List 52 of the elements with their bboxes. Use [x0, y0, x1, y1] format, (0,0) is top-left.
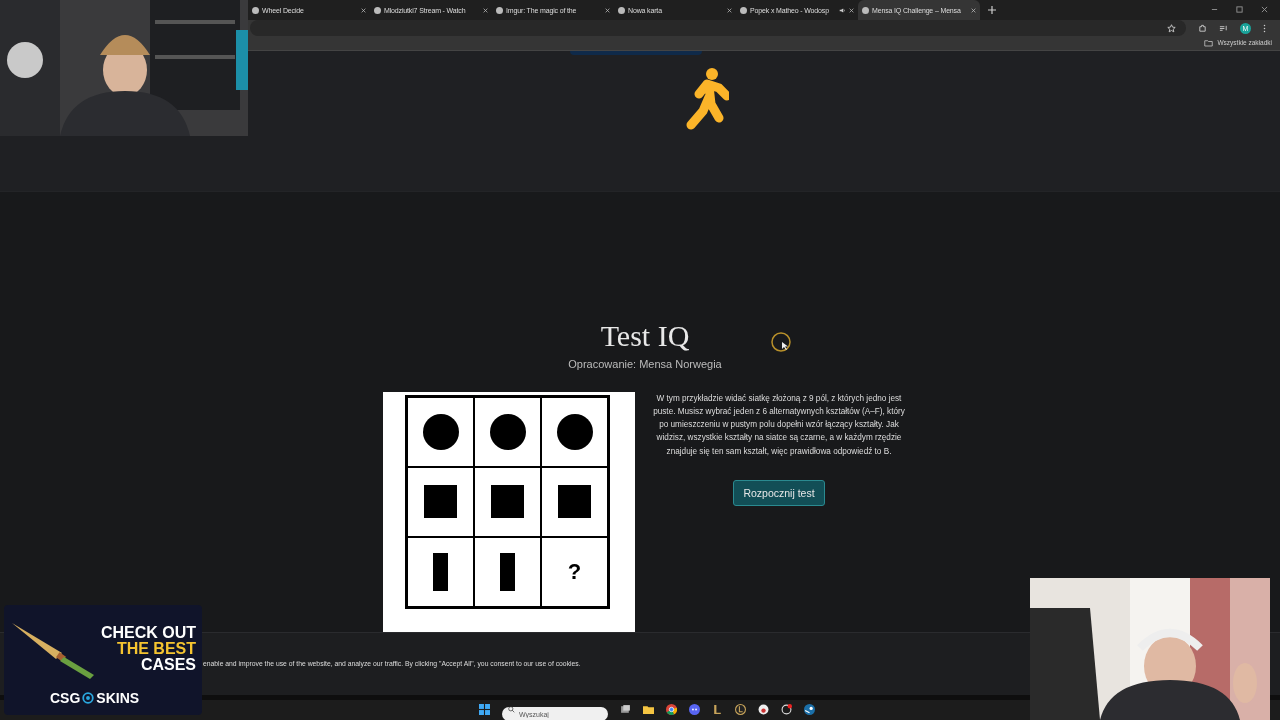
favicon-icon — [740, 6, 747, 14]
search-icon — [508, 706, 515, 714]
folder-icon[interactable] — [643, 704, 654, 716]
target-icon — [82, 692, 95, 704]
app-icon[interactable] — [781, 704, 792, 716]
favicon-icon — [374, 6, 381, 14]
folder-icon — [1204, 38, 1214, 47]
circle-shape — [422, 413, 459, 450]
task-view-icon[interactable] — [620, 704, 631, 716]
bar-shape — [433, 552, 448, 591]
star-icon[interactable] — [1167, 23, 1176, 33]
close-icon[interactable] — [361, 7, 366, 13]
question-mark: ? — [567, 558, 582, 585]
media-icon[interactable] — [1219, 23, 1228, 33]
favicon-icon — [862, 6, 869, 14]
new-tab-icon[interactable] — [988, 6, 996, 14]
ad-headline: THE BEST — [116, 641, 196, 657]
close-icon[interactable] — [849, 7, 854, 13]
brand-name: CSG — [50, 690, 81, 706]
bar-shape — [500, 552, 515, 591]
circle-shape — [556, 413, 593, 450]
brand-name: SKINS — [96, 690, 140, 706]
close-icon[interactable] — [971, 7, 976, 13]
chrome-icon[interactable] — [666, 704, 677, 716]
square-shape — [424, 485, 457, 519]
close-icon[interactable] — [1261, 6, 1268, 13]
favicon-icon — [618, 6, 625, 14]
app-icon[interactable] — [758, 704, 769, 716]
circle-shape — [489, 413, 526, 450]
steam-icon[interactable] — [804, 704, 815, 716]
extensions-icon[interactable] — [1198, 23, 1207, 33]
close-icon[interactable] — [727, 7, 732, 13]
maximize-icon[interactable] — [1236, 6, 1243, 13]
windows-start-icon[interactable] — [479, 704, 490, 716]
close-icon[interactable] — [605, 7, 610, 13]
cursor-icon — [770, 331, 792, 353]
speaker-icon[interactable] — [839, 6, 846, 14]
ad-headline: CHECK OUT — [100, 625, 196, 641]
square-shape — [491, 485, 524, 519]
discord-icon[interactable] — [689, 704, 700, 716]
description-text: W tym przykładzie widać siatkę złożoną z 9 pól, z których jedno jest puste. Musisz wybrać jeden z 6 alternatywnych kształtów (A–F), który po umieszczeniu w pustym polu dopełni wzór łączący kształty. Jak widzisz, wszystkie kształty na siatce są czarne, a w każdym rzędzie znajduje się ten sam kształt, więc prawidłowa odpowiedź to B. — [652, 392, 906, 458]
game-icon[interactable] — [735, 704, 746, 716]
favicon-icon — [496, 6, 503, 14]
square-shape — [558, 485, 591, 519]
page-subtitle: Opracowanie: Mensa Norwegia — [568, 357, 722, 370]
minimize-icon[interactable] — [1211, 6, 1218, 13]
favicon-icon — [252, 6, 259, 14]
game-icon[interactable] — [712, 704, 723, 716]
close-icon[interactable] — [483, 7, 488, 13]
start-test-button[interactable]: Rozpocznij test — [733, 479, 825, 506]
ad-headline: CASES — [140, 657, 196, 673]
page-title: Test IQ — [599, 317, 691, 354]
